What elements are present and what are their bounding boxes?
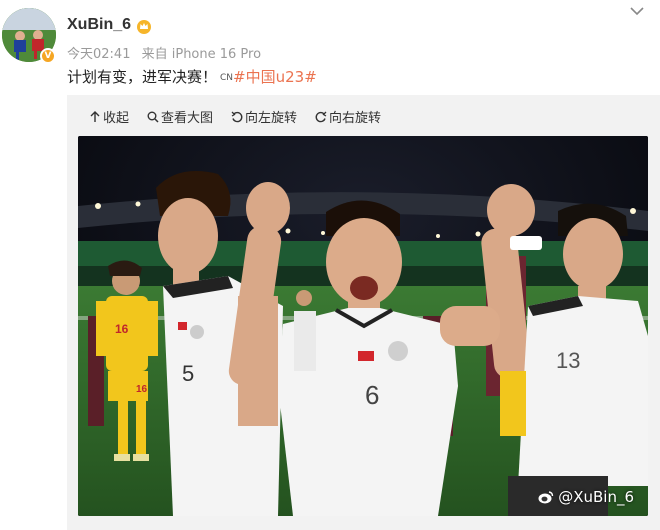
rotate-right-label: 向右旋转 [329,111,382,126]
jersey-number-6: 6 [365,380,379,410]
jersey-number-13: 13 [556,348,580,373]
image-toolbar: 收起 查看大图 向左旋转 向右旋转 [89,107,381,126]
arrow-up-icon [90,110,100,122]
post-text-main: 计划有变，进军决赛！ [67,68,218,86]
rotate-left-button[interactable]: 向左旋转 [231,107,297,126]
chevron-down-icon[interactable] [630,6,644,16]
crown-badge-icon [137,20,151,34]
post-time[interactable]: 今天02:41 [67,47,130,62]
jersey-number-5: 5 [182,361,194,386]
post-source: 来自 iPhone 16 Pro [141,47,262,62]
jersey-number-16b: 16 [136,384,148,395]
search-icon [147,111,159,123]
watermark-text: @XuBin_6 [558,488,634,506]
rotate-left-label: 向左旋转 [245,111,298,126]
rotate-left-icon [231,111,243,122]
cn-tag: CN [220,73,234,83]
author-name[interactable]: XuBin_6 [67,16,131,34]
weibo-logo-icon [538,491,554,504]
media-panel: 收起 查看大图 向左旋转 向右旋转 16 16 5 6 13 @XuBin_6 [67,95,660,530]
rotate-right-button[interactable]: 向右旋转 [315,107,381,126]
post-meta: 今天02:41 来自 iPhone 16 Pro [67,43,268,62]
celebration-photo: 16 16 5 6 13 [78,136,648,516]
view-large-label: 查看大图 [161,111,214,126]
verified-badge-icon: V [40,48,56,64]
jersey-number-16a: 16 [115,322,129,336]
post-text: 计划有变，进军决赛！ CN#中国u23# [67,66,317,87]
collapse-button[interactable]: 收起 [89,107,129,126]
photo-watermark: @XuBin_6 [538,488,634,506]
post-photo[interactable]: 16 16 5 6 13 @XuBin_6 [78,136,648,516]
collapse-label: 收起 [103,111,130,126]
rotate-right-icon [315,111,327,122]
hashtag-link[interactable]: #中国u23# [233,68,317,86]
view-large-button[interactable]: 查看大图 [147,107,213,126]
